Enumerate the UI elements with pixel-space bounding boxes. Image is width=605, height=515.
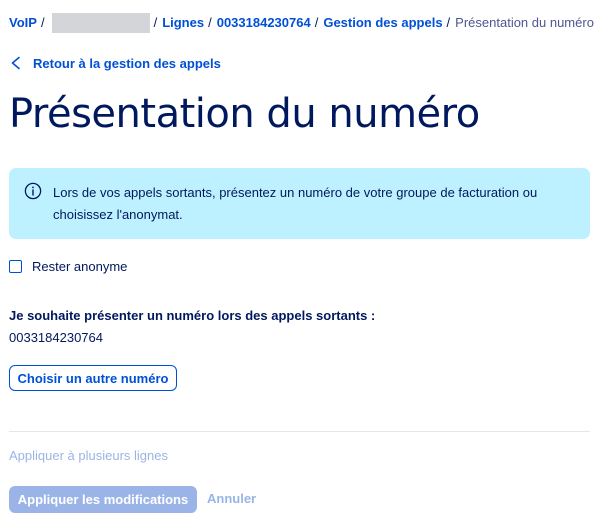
anonymous-checkbox[interactable] [9,259,22,273]
chevron-left-icon [11,56,20,70]
cancel-button[interactable]: Annuler [207,490,256,508]
anonymous-checkbox-label: Rester anonyme [32,258,128,274]
anonymous-checkbox-row[interactable]: Rester anonyme [9,257,127,275]
choose-other-number-button[interactable]: Choisir un autre numéro [9,365,177,391]
presentation-label: Je souhaite présenter un numéro lors des… [9,308,376,323]
divider [9,431,590,432]
page-title: Présentation du numéro [9,91,480,137]
info-icon [24,182,42,200]
breadcrumb-line-number[interactable]: 0033184230764 [217,13,311,33]
apply-multiple-lines-link[interactable]: Appliquer à plusieurs lignes [9,447,168,465]
breadcrumb-current: Présentation du numéro [455,15,594,30]
info-banner: Lors de vos appels sortants, présentez u… [9,168,590,239]
breadcrumb-separator: / [208,15,212,30]
breadcrumb-separator: / [40,15,45,30]
breadcrumb-separator: / [314,15,319,30]
breadcrumb-voip[interactable]: VoIP [9,13,37,33]
back-link-label: Retour à la gestion des appels [33,55,221,71]
breadcrumb-call-management[interactable]: Gestion des appels [323,13,442,33]
info-text: Lors de vos appels sortants, présentez u… [53,185,538,222]
back-link[interactable]: Retour à la gestion des appels [9,53,221,73]
breadcrumb-separator: / [153,15,158,30]
breadcrumb: VoIP / / Lignes / 0033184230764 / Gestio… [9,13,605,33]
page: VoIP / / Lignes / 0033184230764 / Gestio… [9,0,605,515]
presented-number: 0033184230764 [9,330,103,345]
breadcrumb-lines[interactable]: Lignes [162,13,204,33]
breadcrumb-separator: / [446,15,451,30]
breadcrumb-redacted-account[interactable] [51,13,150,33]
apply-changes-button[interactable]: Appliquer les modifications [9,486,197,513]
